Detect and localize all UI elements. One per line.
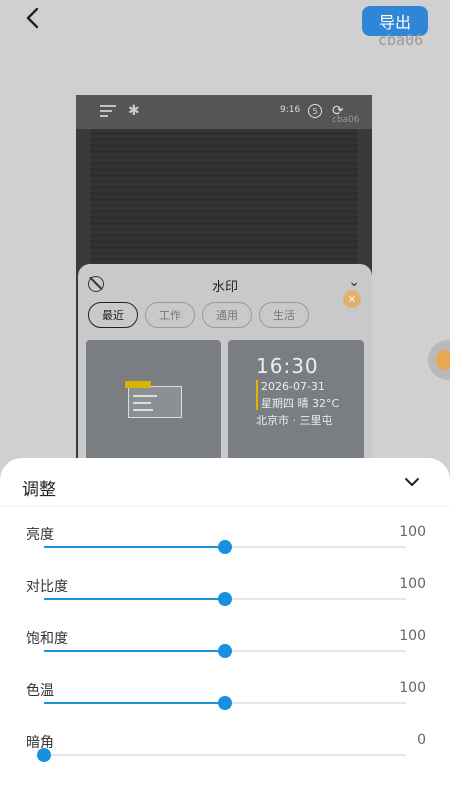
tab-general[interactable]: 通用: [202, 302, 252, 328]
slider-value: 100: [399, 576, 426, 592]
checklist-line: [133, 409, 153, 411]
tab-life[interactable]: 生活: [259, 302, 309, 328]
status-id: cba06: [332, 115, 360, 125]
slider-value: 100: [399, 680, 426, 696]
top-bar: 导出 cba06: [0, 0, 450, 90]
vignette-slider[interactable]: [37, 748, 406, 762]
battery-icon: 5: [308, 104, 322, 118]
chevron-down-icon[interactable]: ⌄: [348, 274, 360, 290]
template-time: 16:30: [256, 354, 319, 378]
slider-value: 100: [399, 628, 426, 644]
status-time: 9:16: [280, 105, 301, 115]
slider-row-brightness: 亮度 100: [0, 524, 450, 576]
template-date: 2026-07-31: [261, 380, 325, 393]
template-weather: 星期四 晴 32°C: [261, 397, 340, 410]
contrast-slider[interactable]: [44, 592, 406, 606]
side-float-button[interactable]: [428, 340, 450, 380]
edit-dot-icon[interactable]: ×: [343, 290, 361, 308]
bluetooth-off-icon: ✱: [128, 103, 140, 119]
slider-label: 色温: [26, 683, 54, 699]
watermark-id-label: cba06: [378, 31, 424, 49]
saturation-slider[interactable]: [44, 644, 406, 658]
slider-thumb[interactable]: [218, 540, 232, 554]
template-location: 北京市 · 三里屯: [256, 414, 333, 427]
slider-value: 100: [399, 524, 426, 540]
watermark-template-time-weather[interactable]: 16:30 2026-07-31 星期四 晴 32°C 北京市 · 三里屯: [228, 340, 364, 464]
slider-row-temperature: 色温 100: [0, 680, 450, 732]
chevron-down-icon[interactable]: [404, 474, 420, 490]
template-accent-bar: [256, 380, 258, 410]
float-button-dot: [436, 350, 450, 370]
checklist-line: [133, 402, 151, 404]
preview-status-bar: ✱ 9:16 5 ⟳ cba06: [76, 95, 372, 129]
slider-fill: [44, 702, 225, 704]
slider-thumb[interactable]: [218, 696, 232, 710]
slider-thumb[interactable]: [218, 592, 232, 606]
slider-row-saturation: 饱和度 100: [0, 628, 450, 680]
watermark-panel: 水印 ⌄ 最近 工作 通用 生活 16:30 2026-07-31 星期四 晴 …: [78, 264, 372, 464]
adjust-title: 调整: [22, 480, 56, 500]
menu-icon: [100, 105, 116, 117]
adjust-sheet: 调整 亮度 100 对比度 100 饱和度 100 色温 100 暗角 0: [0, 458, 450, 800]
slider-thumb[interactable]: [218, 644, 232, 658]
slider-row-vignette: 暗角 0: [0, 732, 450, 784]
watermark-panel-title: 水印: [211, 280, 238, 295]
watermark-template-checklist[interactable]: [86, 340, 221, 464]
slider-label: 亮度: [26, 527, 54, 543]
slider-fill: [44, 598, 225, 600]
tab-recent[interactable]: 最近: [88, 302, 138, 328]
checklist-line: [133, 395, 157, 397]
slider-thumb[interactable]: [37, 748, 51, 762]
slider-row-contrast: 对比度 100: [0, 576, 450, 628]
checklist-thumbnail: [125, 381, 182, 418]
back-arrow-icon[interactable]: [22, 6, 46, 30]
tab-work[interactable]: 工作: [145, 302, 195, 328]
slider-value: 0: [417, 732, 426, 748]
watermark-tabs: 最近 工作 通用 生活: [88, 302, 309, 328]
slider-label: 饱和度: [26, 631, 68, 647]
temperature-slider[interactable]: [44, 696, 406, 710]
slider-label: 对比度: [26, 579, 68, 595]
slider-fill: [44, 546, 225, 548]
brightness-slider[interactable]: [44, 540, 406, 554]
slider-fill: [44, 650, 225, 652]
divider: [0, 506, 450, 507]
checklist-tag: [125, 381, 151, 388]
